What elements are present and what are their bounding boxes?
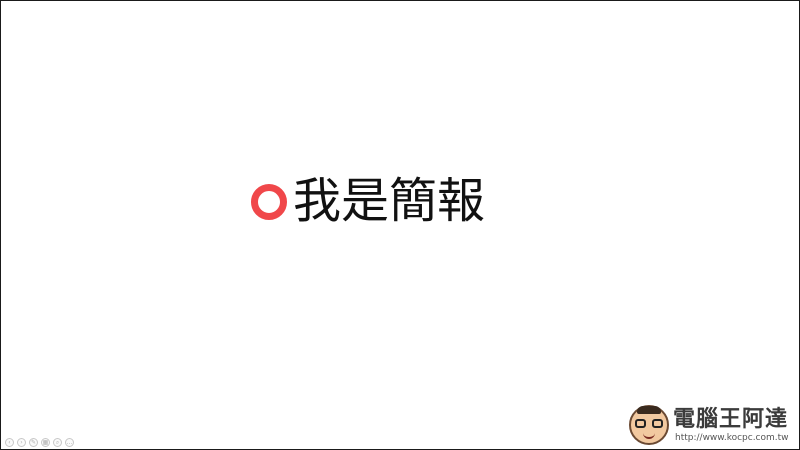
next-icon[interactable]: ›	[17, 438, 26, 447]
slide-title: 我是簡報	[251, 169, 485, 233]
presentation-controls: ‹ › ✎ ▦ ⌕ …	[5, 438, 74, 447]
slides-overview-icon[interactable]: ▦	[41, 438, 50, 447]
watermark-name: 電腦王阿達	[673, 406, 789, 432]
zoom-icon[interactable]: ⌕	[53, 438, 62, 447]
pen-icon[interactable]: ✎	[29, 438, 38, 447]
red-circle-icon	[251, 184, 287, 220]
watermark: 電腦王阿達 http://www.kocpc.com.tw	[629, 401, 799, 449]
mascot-logo-icon	[629, 405, 669, 445]
slideshow-window: 我是簡報 ‹ › ✎ ▦ ⌕ … 電腦王阿達 http://www.kocpc.…	[0, 0, 800, 450]
watermark-url: http://www.kocpc.com.tw	[675, 432, 789, 443]
previous-icon[interactable]: ‹	[5, 438, 14, 447]
more-icon[interactable]: …	[65, 438, 74, 447]
slide-title-text: 我是簡報	[293, 173, 486, 229]
